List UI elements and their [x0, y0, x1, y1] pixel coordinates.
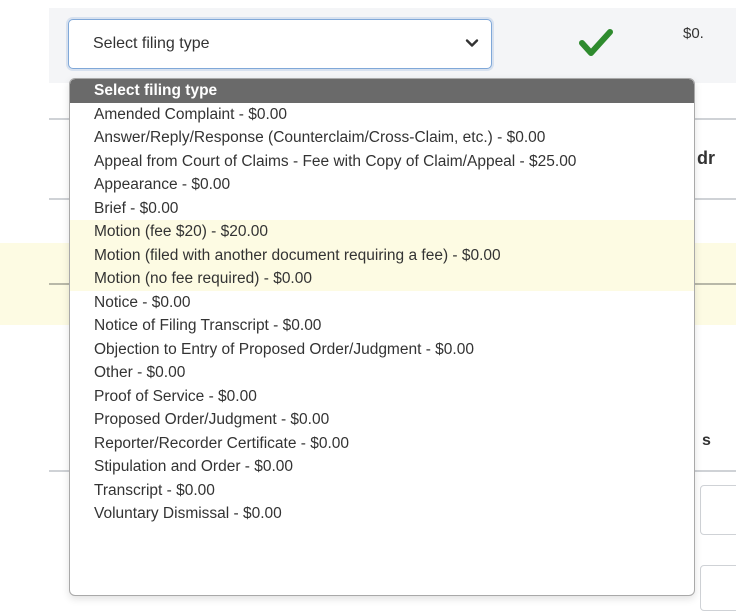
option-select-filing-type[interactable]: Select filing type [70, 79, 694, 103]
option-objection-to-entry[interactable]: Objection to Entry of Proposed Order/Jud… [70, 338, 694, 362]
option-amended-complaint[interactable]: Amended Complaint - $0.00 [70, 103, 694, 127]
option-brief[interactable]: Brief - $0.00 [70, 197, 694, 221]
option-motion-no-fee[interactable]: Motion (no fee required) - $0.00 [70, 267, 694, 291]
option-reporter-recorder-certificate[interactable]: Reporter/Recorder Certificate - $0.00 [70, 432, 694, 456]
option-appearance[interactable]: Appearance - $0.00 [70, 173, 694, 197]
background-input-field[interactable] [700, 485, 736, 535]
column-heading-fragment: s [702, 432, 711, 449]
section-heading-fragment: dr [697, 148, 715, 168]
chevron-down-icon [465, 39, 479, 47]
option-appeal-from-court-of-claims[interactable]: Appeal from Court of Claims - Fee with C… [70, 150, 694, 174]
option-answer-reply-response[interactable]: Answer/Reply/Response (Counterclaim/Cros… [70, 126, 694, 150]
filing-type-select[interactable]: Select filing type [68, 19, 492, 69]
option-stipulation-and-order[interactable]: Stipulation and Order - $0.00 [70, 455, 694, 479]
option-other[interactable]: Other - $0.00 [70, 361, 694, 385]
filing-type-select-value: Select filing type [93, 35, 210, 52]
option-motion-filed-with-another-document[interactable]: Motion (filed with another document requ… [70, 243, 694, 267]
option-proof-of-service[interactable]: Proof of Service - $0.00 [70, 385, 694, 409]
option-transcript[interactable]: Transcript - $0.00 [70, 479, 694, 503]
option-notice[interactable]: Notice - $0.00 [70, 291, 694, 315]
filing-type-dropdown: Select filing type Amended Complaint - $… [69, 78, 695, 596]
option-motion-fee-20[interactable]: Motion (fee $20) - $20.00 [70, 220, 694, 244]
option-proposed-order-judgment[interactable]: Proposed Order/Judgment - $0.00 [70, 408, 694, 432]
option-voluntary-dismissal[interactable]: Voluntary Dismissal - $0.00 [70, 502, 694, 526]
background-input-field[interactable] [700, 565, 736, 611]
fee-amount: $0. [683, 25, 704, 42]
checkmark-icon [579, 29, 613, 56]
option-notice-of-filing-transcript[interactable]: Notice of Filing Transcript - $0.00 [70, 314, 694, 338]
